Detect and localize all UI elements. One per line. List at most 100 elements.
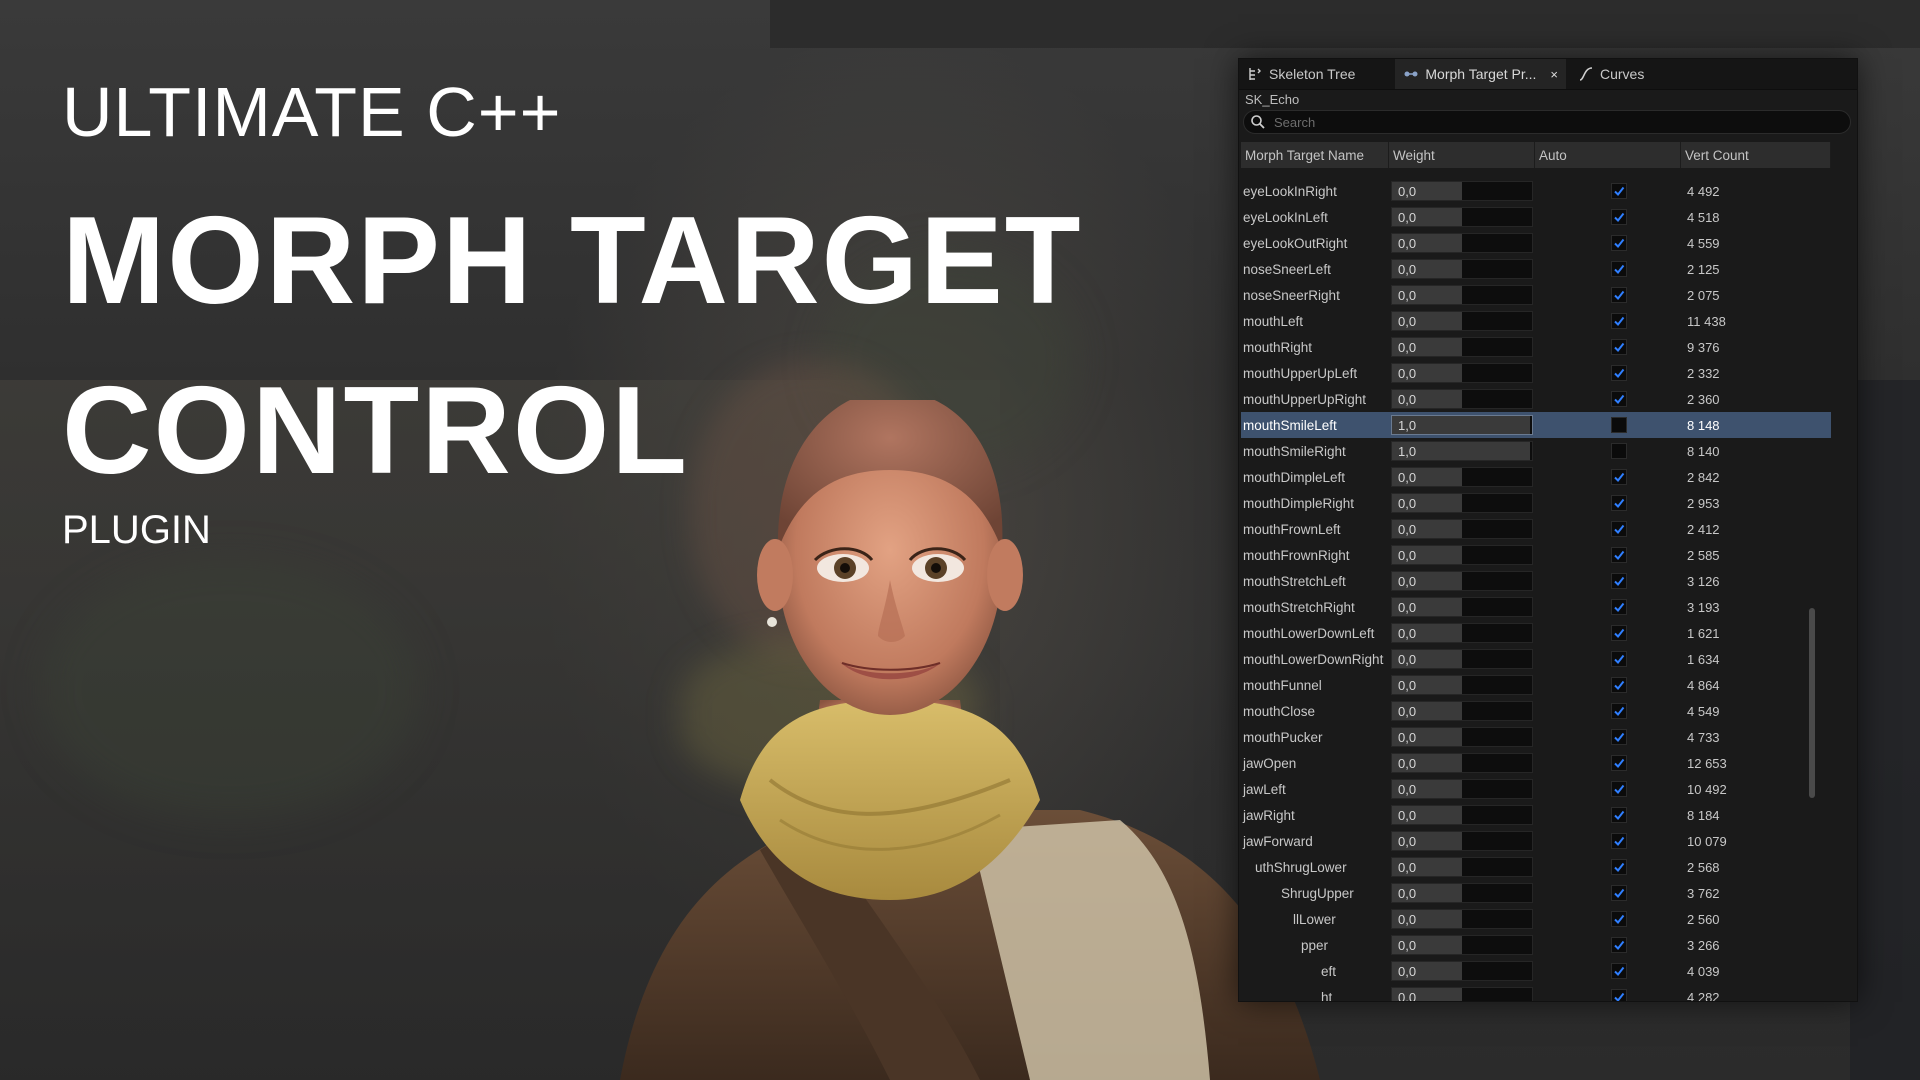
morph-target-row[interactable]: mouthUpperUpRight 0,0 2 360	[1241, 386, 1831, 412]
weight-slider[interactable]: 0,0	[1391, 701, 1533, 721]
weight-slider[interactable]: 0,0	[1391, 623, 1533, 643]
morph-target-row[interactable]: mouthLowerDownLeft 0,0 1 621	[1241, 620, 1831, 646]
morph-target-row[interactable]: noseSneerRight 0,0 2 075	[1241, 282, 1831, 308]
auto-checkbox[interactable]	[1611, 599, 1627, 615]
auto-checkbox[interactable]	[1611, 781, 1627, 797]
auto-checkbox[interactable]	[1611, 937, 1627, 953]
auto-checkbox[interactable]	[1611, 495, 1627, 511]
morph-target-row[interactable]: eft 0,0 4 039	[1241, 958, 1831, 984]
weight-slider[interactable]: 0,0	[1391, 883, 1533, 903]
search-box[interactable]	[1243, 110, 1851, 134]
auto-checkbox[interactable]	[1611, 677, 1627, 693]
weight-slider[interactable]: 0,0	[1391, 233, 1533, 253]
auto-checkbox[interactable]	[1611, 183, 1627, 199]
morph-target-row[interactable]: mouthPucker 0,0 4 733	[1241, 724, 1831, 750]
auto-checkbox[interactable]	[1611, 261, 1627, 277]
morph-target-row[interactable]: mouthStretchRight 0,0 3 193	[1241, 594, 1831, 620]
morph-target-row[interactable]: llLower 0,0 2 560	[1241, 906, 1831, 932]
tab-skeleton-tree[interactable]: Skeleton Tree	[1239, 59, 1363, 89]
weight-slider[interactable]: 0,0	[1391, 207, 1533, 227]
morph-target-row[interactable]: mouthDimpleLeft 0,0 2 842	[1241, 464, 1831, 490]
weight-slider[interactable]: 0,0	[1391, 675, 1533, 695]
auto-checkbox[interactable]	[1611, 859, 1627, 875]
weight-slider[interactable]: 0,0	[1391, 363, 1533, 383]
auto-checkbox[interactable]	[1611, 365, 1627, 381]
weight-slider[interactable]: 0,0	[1391, 909, 1533, 929]
morph-target-row[interactable]: mouthRight 0,0 9 376	[1241, 334, 1831, 360]
auto-checkbox[interactable]	[1611, 391, 1627, 407]
morph-target-row[interactable]: jawLeft 0,0 10 492	[1241, 776, 1831, 802]
auto-checkbox[interactable]	[1611, 287, 1627, 303]
weight-slider[interactable]: 1,0	[1391, 415, 1533, 435]
morph-target-row[interactable]: mouthFunnel 0,0 4 864	[1241, 672, 1831, 698]
morph-target-row[interactable]: uthShrugLower 0,0 2 568	[1241, 854, 1831, 880]
column-header-auto[interactable]: Auto	[1535, 142, 1681, 168]
weight-slider[interactable]: 0,0	[1391, 857, 1533, 877]
weight-slider[interactable]: 0,0	[1391, 337, 1533, 357]
auto-checkbox[interactable]	[1611, 625, 1627, 641]
weight-slider[interactable]: 0,0	[1391, 311, 1533, 331]
morph-target-row[interactable]: mouthDimpleRight 0,0 2 953	[1241, 490, 1831, 516]
morph-target-row[interactable]: noseSneerLeft 0,0 2 125	[1241, 256, 1831, 282]
morph-target-row[interactable]: mouthLeft 0,0 11 438	[1241, 308, 1831, 334]
auto-checkbox[interactable]	[1611, 313, 1627, 329]
morph-target-row[interactable]: eyeLookInLeft 0,0 4 518	[1241, 204, 1831, 230]
morph-target-row[interactable]: ShrugUpper 0,0 3 762	[1241, 880, 1831, 906]
morph-target-row[interactable]: mouthFrownLeft 0,0 2 412	[1241, 516, 1831, 542]
auto-checkbox[interactable]	[1611, 235, 1627, 251]
weight-slider[interactable]: 0,0	[1391, 285, 1533, 305]
scrollbar-thumb[interactable]	[1809, 608, 1815, 798]
morph-target-row[interactable]: jawForward 0,0 10 079	[1241, 828, 1831, 854]
morph-target-row[interactable]: pper 0,0 3 266	[1241, 932, 1831, 958]
morph-target-row[interactable]: mouthStretchLeft 0,0 3 126	[1241, 568, 1831, 594]
weight-slider[interactable]: 0,0	[1391, 805, 1533, 825]
morph-target-row[interactable]: eyeLookOutRight 0,0 4 559	[1241, 230, 1831, 256]
weight-slider[interactable]: 0,0	[1391, 649, 1533, 669]
weight-slider[interactable]: 0,0	[1391, 181, 1533, 201]
morph-target-row[interactable]: mouthClose 0,0 4 549	[1241, 698, 1831, 724]
morph-target-row[interactable]: mouthLowerDownRight 0,0 1 634	[1241, 646, 1831, 672]
auto-checkbox[interactable]	[1611, 339, 1627, 355]
morph-target-row[interactable]: jawRight 0,0 8 184	[1241, 802, 1831, 828]
search-input[interactable]	[1272, 113, 1816, 131]
weight-slider[interactable]: 0,0	[1391, 571, 1533, 591]
morph-target-row[interactable]: mouthFrownRight 0,0 2 585	[1241, 542, 1831, 568]
auto-checkbox[interactable]	[1611, 989, 1627, 1001]
auto-checkbox[interactable]	[1611, 573, 1627, 589]
morph-target-row[interactable]: ht 0,0 4 282	[1241, 984, 1831, 1001]
auto-checkbox[interactable]	[1611, 209, 1627, 225]
column-header-name[interactable]: Morph Target Name	[1241, 142, 1389, 168]
auto-checkbox[interactable]	[1611, 521, 1627, 537]
tab-morph-target-preview[interactable]: Morph Target Pr... ×	[1395, 59, 1566, 89]
weight-slider[interactable]: 0,0	[1391, 519, 1533, 539]
auto-checkbox[interactable]	[1611, 729, 1627, 745]
auto-checkbox[interactable]	[1611, 911, 1627, 927]
weight-slider[interactable]: 0,0	[1391, 831, 1533, 851]
auto-checkbox[interactable]	[1611, 833, 1627, 849]
auto-checkbox[interactable]	[1611, 443, 1627, 459]
weight-slider[interactable]: 0,0	[1391, 467, 1533, 487]
weight-slider[interactable]: 0,0	[1391, 987, 1533, 1001]
morph-target-row[interactable]: mouthSmileRight 1,0 8 140	[1241, 438, 1831, 464]
auto-checkbox[interactable]	[1611, 417, 1627, 433]
weight-slider[interactable]: 0,0	[1391, 753, 1533, 773]
auto-checkbox[interactable]	[1611, 651, 1627, 667]
tab-curves[interactable]: Curves	[1570, 59, 1652, 89]
auto-checkbox[interactable]	[1611, 469, 1627, 485]
weight-slider[interactable]: 0,0	[1391, 493, 1533, 513]
auto-checkbox[interactable]	[1611, 807, 1627, 823]
close-tab-icon[interactable]: ×	[1550, 67, 1558, 82]
auto-checkbox[interactable]	[1611, 703, 1627, 719]
auto-checkbox[interactable]	[1611, 885, 1627, 901]
column-header-weight[interactable]: Weight	[1389, 142, 1535, 168]
weight-slider[interactable]: 0,0	[1391, 259, 1533, 279]
auto-checkbox[interactable]	[1611, 547, 1627, 563]
weight-slider[interactable]: 0,0	[1391, 597, 1533, 617]
weight-slider[interactable]: 0,0	[1391, 545, 1533, 565]
morph-target-row[interactable]: mouthSmileLeft 1,0 8 148	[1241, 412, 1831, 438]
morph-target-row[interactable]: mouthUpperUpLeft 0,0 2 332	[1241, 360, 1831, 386]
weight-slider[interactable]: 0,0	[1391, 389, 1533, 409]
weight-slider[interactable]: 0,0	[1391, 779, 1533, 799]
morph-target-row[interactable]: eyeLookInRight 0,0 4 492	[1241, 178, 1831, 204]
morph-target-row[interactable]: jawOpen 0,0 12 653	[1241, 750, 1831, 776]
